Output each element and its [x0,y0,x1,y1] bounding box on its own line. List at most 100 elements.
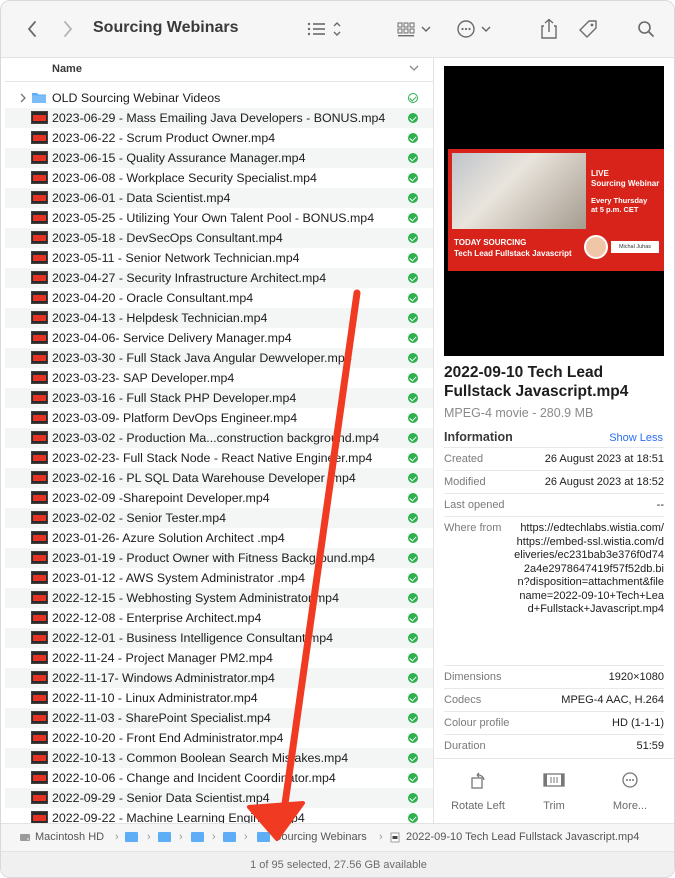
info-key: Colour profile [444,717,510,729]
path-disk[interactable]: Macintosh HD [35,831,104,843]
file-row[interactable]: 2023-01-19 - Product Owner with Fitness … [5,548,433,568]
row-label: 2023-02-23- Full Stack Node - React Nati… [52,451,373,465]
video-file-icon [31,591,48,604]
file-row[interactable]: 2023-03-16 - Full Stack PHP Developer.mp… [5,388,433,408]
file-row[interactable]: 2022-09-22 - Machine Learning Engineer.m… [5,808,433,823]
file-row[interactable]: 2022-10-06 - Change and Incident Coordin… [5,768,433,788]
file-row[interactable]: 2023-03-30 - Full Stack Java Angular Dew… [5,348,433,368]
file-row[interactable]: 2023-06-15 - Quality Assurance Manager.m… [5,148,433,168]
movie-file-icon [390,832,400,843]
quick-actions: Rotate Left Trim More... [434,758,674,823]
path-folder-icon[interactable] [125,832,138,842]
video-file-icon [31,571,48,584]
video-file-icon [31,471,48,484]
group-by-button[interactable] [395,15,435,43]
row-label: 2022-10-13 - Common Boolean Search Mista… [52,751,349,765]
video-file-icon [31,771,48,784]
video-file-icon [31,191,48,204]
sync-status-icon [408,393,418,403]
info-key: Created [444,453,484,465]
info-value[interactable]: https://edtechlabs.wistia.com/ https://e… [514,522,664,617]
row-label: 2023-04-06- Service Delivery Manager.mp4 [52,331,292,345]
file-row[interactable]: 2023-05-11 - Senior Network Technician.m… [5,248,433,268]
path-folder-icon[interactable] [257,832,270,842]
file-row[interactable]: 2022-12-01 - Business Intelligence Consu… [5,628,433,648]
info-last-opened: Last opened -- [444,493,664,516]
info-key: Modified [444,476,486,488]
action-menu-button[interactable] [455,15,495,43]
status-bar: 1 of 95 selected, 27.56 GB available [1,851,674,877]
sync-status-icon [408,193,418,203]
file-row[interactable]: 2023-03-23- SAP Developer.mp4 [5,368,433,388]
disclosure-chevron-icon[interactable] [18,92,28,104]
sync-status-icon [408,313,418,323]
video-file-icon [31,371,48,384]
sync-status-icon [408,713,418,723]
sort-chevron-icon[interactable] [409,64,419,72]
file-row[interactable]: 2022-11-24 - Project Manager PM2.mp4 [5,648,433,668]
file-row[interactable]: 2023-04-13 - Helpdesk Technician.mp4 [5,308,433,328]
folder-row[interactable]: OLD Sourcing Webinar Videos [5,88,433,108]
path-current-folder[interactable]: Sourcing Webinars [274,831,367,843]
video-file-icon [31,351,48,364]
file-row[interactable]: 2022-11-17- Windows Administrator.mp4 [5,668,433,688]
file-row[interactable]: 2022-10-13 - Common Boolean Search Mista… [5,748,433,768]
file-row[interactable]: 2023-02-23- Full Stack Node - React Nati… [5,448,433,468]
file-row[interactable]: 2023-04-06- Service Delivery Manager.mp4 [5,328,433,348]
file-row[interactable]: 2022-12-15 - Webhosting System Administr… [5,588,433,608]
path-folder-icon[interactable] [191,832,204,842]
info-key: Last opened [444,499,505,511]
file-row[interactable]: 2023-05-25 - Utilizing Your Own Talent P… [5,208,433,228]
sync-status-icon [408,593,418,603]
file-row[interactable]: 2022-11-03 - SharePoint Specialist.mp4 [5,708,433,728]
file-row[interactable]: 2023-06-22 - Scrum Product Owner.mp4 [5,128,433,148]
more-button[interactable]: More... [595,769,665,812]
file-row[interactable]: 2023-04-27 - Security Infrastructure Arc… [5,268,433,288]
video-thumbnail[interactable]: LIVE Sourcing Webinar Every Thursday at … [444,66,664,356]
preview-file-kind: MPEG-4 movie - 280.9 MB [444,406,594,420]
info-key: Duration [444,740,486,752]
file-row[interactable]: 2023-06-08 - Workplace Security Speciali… [5,168,433,188]
column-header-name[interactable]: Name [52,63,82,75]
file-row[interactable]: 2023-05-18 - DevSecOps Consultant.mp4 [5,228,433,248]
row-label: 2023-03-23- SAP Developer.mp4 [52,371,235,385]
file-row[interactable]: 2023-04-20 - Oracle Consultant.mp4 [5,288,433,308]
trim-button[interactable]: Trim [519,769,589,812]
path-folder-icon[interactable] [223,832,236,842]
share-button[interactable] [537,15,561,43]
video-file-icon [31,271,48,284]
file-row[interactable]: 2022-11-10 - Linux Administrator.mp4 [5,688,433,708]
forward-button[interactable] [57,15,79,43]
file-row[interactable]: 2023-03-09- Platform DevOps Engineer.mp4 [5,408,433,428]
file-row[interactable]: 2022-09-29 - Senior Data Scientist.mp4 [5,788,433,808]
video-file-icon [31,251,48,264]
sync-status-icon [408,433,418,443]
file-row[interactable]: 2022-10-20 - Front End Administrator.mp4 [5,728,433,748]
presenter-name: Michal Juhas [611,241,659,253]
file-row[interactable]: 2023-06-01 - Data Scientist.mp4 [5,188,433,208]
file-row[interactable]: 2023-02-02 - Senior Tester.mp4 [5,508,433,528]
search-button[interactable] [635,15,657,43]
file-row[interactable]: 2022-12-08 - Enterprise Architect.mp4 [5,608,433,628]
rotate-left-button[interactable]: Rotate Left [443,769,513,812]
view-options-button[interactable] [305,15,347,43]
file-row[interactable]: 2023-03-02 - Production Ma...constructio… [5,428,433,448]
tags-button[interactable] [576,15,600,43]
file-row[interactable]: 2023-02-16 - PL SQL Data Warehouse Devel… [5,468,433,488]
video-file-icon [31,451,48,464]
back-button[interactable] [21,15,43,43]
sync-status-icon [408,213,418,223]
file-row[interactable]: 2023-01-26- Azure Solution Architect .mp… [5,528,433,548]
chevron-right-icon [64,21,73,37]
video-file-icon [31,551,48,564]
search-icon [638,21,654,37]
file-row[interactable]: 2023-06-29 - Mass Emailing Java Develope… [5,108,433,128]
sync-status-icon [408,773,418,783]
preview-pane: LIVE Sourcing Webinar Every Thursday at … [434,58,674,823]
video-file-icon [31,631,48,644]
path-folder-icon[interactable] [158,832,171,842]
show-less-link[interactable]: Show Less [609,432,663,444]
path-file[interactable]: 2022-09-10 Tech Lead Fullstack Javascrip… [406,831,639,843]
file-row[interactable]: 2023-01-12 - AWS System Administrator .m… [5,568,433,588]
file-row[interactable]: 2023-02-09 -Sharepoint Developer.mp4 [5,488,433,508]
